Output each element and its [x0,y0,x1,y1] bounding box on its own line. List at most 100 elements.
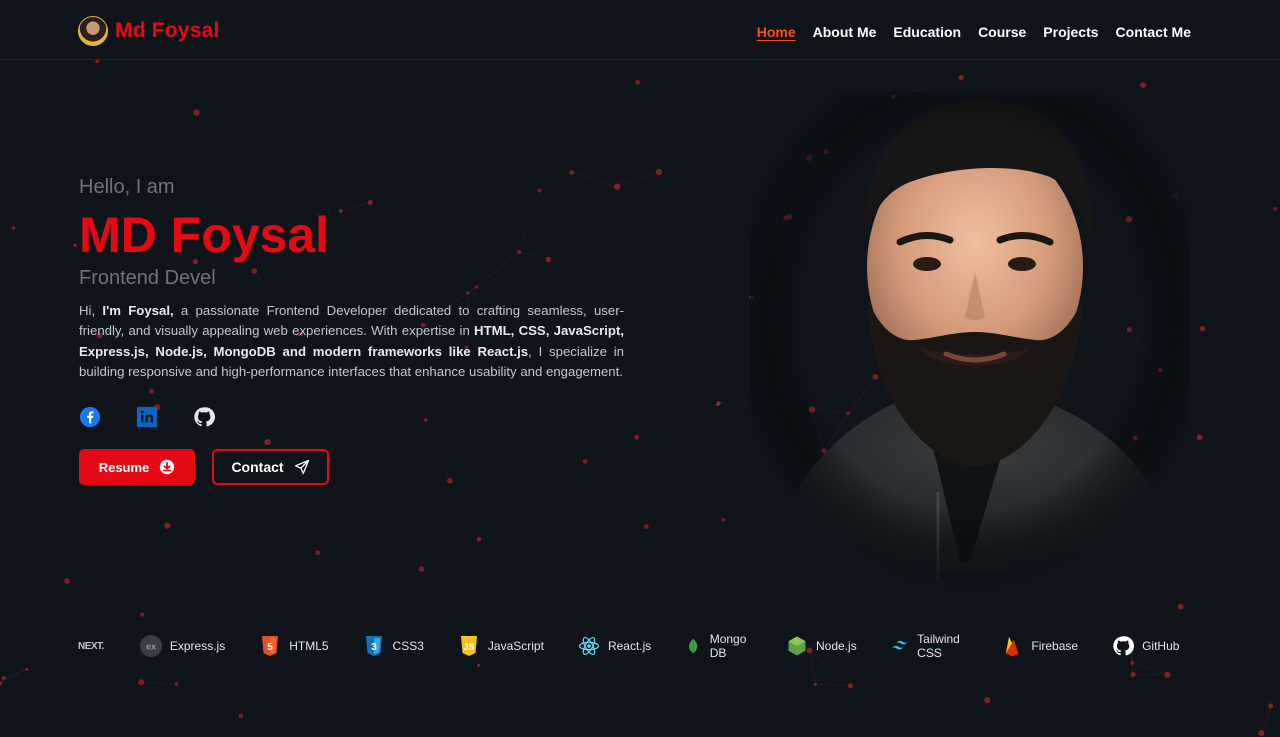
react-icon [578,636,600,656]
tech-label: GitHub [1142,639,1180,653]
svg-text:5: 5 [267,642,273,653]
network-line [1132,662,1168,676]
network-line [636,402,719,438]
network-node [1164,671,1171,679]
network-node [11,226,16,230]
network-node [476,536,482,542]
svg-text:JS: JS [463,642,474,652]
network-node [174,682,179,686]
tech-label: HTML5 [289,639,329,653]
nav-links: Home About Me Education Course Projects … [757,24,1191,40]
brand-name: Md Foysal [115,19,220,42]
download-icon [160,459,175,475]
network-line [449,480,480,540]
nav-education[interactable]: Education [893,24,961,40]
network-node [1,675,6,681]
network-node [716,400,721,406]
social-links [79,406,624,428]
network-line [636,437,647,527]
nav-about-me[interactable]: About Me [813,24,877,40]
brand[interactable]: Md Foysal [78,16,219,46]
tech-item: ex Express.js [139,635,226,657]
firebase-icon [1006,637,1019,657]
tech-item: Node.js [786,635,857,657]
network-node [1177,603,1184,610]
network-node [315,550,321,555]
tech-label: Node.js [816,639,857,653]
network-node [418,566,425,572]
profile-portrait [750,92,1190,592]
network-node [1268,703,1274,709]
network-node [1273,207,1277,211]
tech-item: Tailwind CSS [891,632,968,660]
tech-item: 5 HTML5 [259,635,329,657]
nav-home[interactable]: Home [757,24,796,40]
network-node [193,109,200,116]
github-icon[interactable] [193,406,215,428]
tech-label: React.js [607,639,652,653]
contact-label: Contact [231,459,284,476]
network-line [646,519,724,527]
network-node [476,663,481,668]
tech-item: React.js [578,635,651,657]
network-line [637,82,660,173]
tech-label: CSS3 [392,639,424,653]
tech-label: Firebase [1031,639,1079,653]
html5-icon: 5 [262,636,279,656]
hero-actions: Resume Contact [79,449,624,486]
tech-item: JS JavaScript [458,635,544,657]
network-line [933,654,988,701]
express-icon: ex [139,635,162,657]
hero-role: Frontend Devel [79,267,216,289]
hero-section: Hello, I am MD Foysal Frontend Devel Hi,… [79,176,624,486]
contact-button[interactable]: Contact [212,449,329,486]
network-node [25,667,29,671]
network-line [421,480,451,570]
brand-avatar [78,16,108,46]
tech-label: Express.js [169,639,226,653]
network-node [813,682,817,686]
css3-icon: 3 [365,636,382,656]
nav-contact-me[interactable]: Contact Me [1116,24,1191,40]
network-node [958,74,964,81]
javascript-icon: JS [460,636,477,656]
network-node [1258,730,1265,737]
network-node [1199,325,1206,332]
linkedin-icon[interactable] [136,406,158,428]
network-node [238,713,244,719]
tech-label: Tailwind CSS [917,632,960,660]
hero-greeting: Hello, I am [79,176,175,198]
tech-label: Mongo DB [709,632,747,660]
bio-text-strong: I'm Foysal, [102,303,174,318]
network-node [847,683,854,689]
network-node [635,79,640,85]
tech-stack-strip: NEXT. ex Express.js 5 HTML5 3 CSS3 JS Ja… [78,632,1198,660]
hero-name: MD Foysal [79,207,330,263]
network-node [984,697,991,704]
svg-text:ex: ex [146,642,156,652]
network-node [1196,434,1203,441]
network-line [3,669,27,679]
tech-label: JavaScript [487,639,544,653]
network-line [815,683,851,687]
nav-projects[interactable]: Projects [1043,24,1098,40]
network-node [655,168,663,176]
tech-item: GitHub [1112,635,1179,657]
network-node [721,518,726,522]
resume-button[interactable]: Resume [79,449,195,486]
network-line [421,538,480,570]
facebook-icon[interactable] [79,406,101,428]
send-icon [294,460,309,475]
github-icon [1113,636,1135,656]
network-node [1130,661,1135,665]
nav-course[interactable]: Course [978,24,1026,40]
network-line [13,227,76,246]
network-line [141,525,168,615]
network-line [987,653,1018,701]
network-node [73,243,77,247]
network-node [644,524,649,529]
network-line [176,683,241,717]
network-node [634,434,640,440]
svg-text:3: 3 [371,642,377,653]
tailwind-icon [891,640,908,650]
